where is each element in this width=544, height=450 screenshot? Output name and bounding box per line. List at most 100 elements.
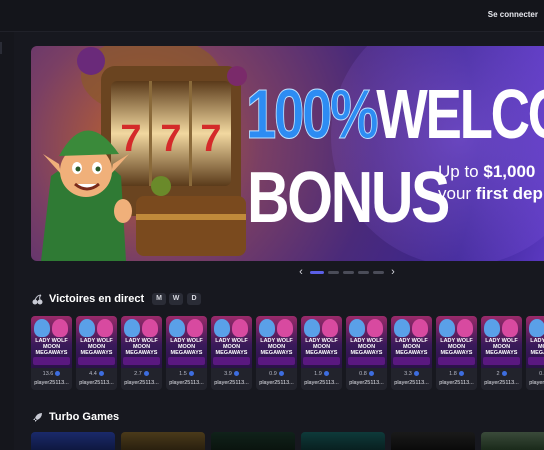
wolf-art: [259, 319, 275, 337]
thumbnail-band: [393, 357, 430, 365]
subline-amount: $1,000: [483, 162, 536, 181]
thumbnail-band: [123, 357, 160, 365]
turbo-games-title: Turbo Games: [49, 411, 120, 423]
live-wins-list: LADY WOLF MOON MEGAWAYS 13.6 player25113... L…: [31, 316, 544, 390]
live-win-card[interactable]: LADY WOLF MOON MEGAWAYS 1.8 player25113...: [436, 316, 477, 390]
filter-week-button[interactable]: W: [169, 293, 183, 305]
game-title: LADY WOLFMOONMEGAWAYS: [80, 338, 113, 356]
wolf-art: [34, 319, 50, 337]
wolf-art: [367, 319, 383, 337]
live-win-card[interactable]: LADY WOLF MOON MEGAWAYS 3.3 player25113...: [391, 316, 432, 390]
wolf-art: [304, 319, 320, 337]
subline-prefix: Up to: [438, 162, 484, 181]
game-thumbnail: LADY WOLFMOONMEGAWAYS: [166, 316, 207, 368]
win-amount: 3.3: [391, 371, 432, 377]
game-thumbnail: LADY WOLFMOONMEGAWAYS: [211, 316, 252, 368]
headline-bonus: BONUS: [247, 158, 450, 238]
carousel-dot[interactable]: [358, 270, 369, 274]
wolf-art: [394, 319, 410, 337]
game-tile[interactable]: [481, 432, 544, 450]
svg-text:7: 7: [200, 118, 221, 160]
coin-icon: [501, 371, 507, 377]
coin-icon: [143, 371, 149, 377]
game-tile[interactable]: [31, 432, 115, 450]
live-win-card[interactable]: LADY WOLF MOON MEGAWAYS 1.5 player25113...: [166, 316, 207, 390]
game-thumbnail: LADY WOLFMOONMEGAWAYS: [256, 316, 297, 368]
svg-text:7: 7: [120, 118, 141, 160]
game-title: LADY WOLFMOONMEGAWAYS: [305, 338, 338, 356]
player-name: player25113...: [259, 380, 294, 386]
game-title: LADY WOLFMOONMEGAWAYS: [125, 338, 158, 356]
game-thumbnail: LADY WOLFMOONMEGAWAYS: [346, 316, 387, 368]
live-win-card[interactable]: LADY WOLF MOON MEGAWAYS 4.4 player25113...: [76, 316, 117, 390]
wolf-art: [214, 319, 230, 337]
win-amount: 2: [481, 371, 522, 377]
wolf-art: [142, 319, 158, 337]
carousel-dot[interactable]: [328, 270, 339, 274]
game-thumbnail: LADY WOLFMOONMEGAWAYS: [436, 316, 477, 368]
rocket-icon: [33, 412, 42, 422]
thumbnail-band: [483, 357, 520, 365]
win-amount: 3.9: [211, 371, 252, 377]
live-win-card[interactable]: LADY WOLFMOONMEGAWAYS 0.9 player25113...: [526, 316, 544, 390]
game-tile[interactable]: [121, 432, 205, 450]
game-title: LADY WOLFMOONMEGAWAYS: [170, 338, 203, 356]
wolf-art: [412, 319, 428, 337]
wolf-art: [529, 319, 544, 337]
game-title: LADY WOLFMOONMEGAWAYS: [440, 338, 473, 356]
cherries-icon: [32, 294, 43, 304]
game-tile[interactable]: [301, 432, 385, 450]
live-wins-title: Victoires en direct: [49, 293, 145, 305]
player-name: player25113...: [79, 380, 114, 386]
thumbnail-band: [78, 357, 115, 365]
chevron-left-icon[interactable]: ‹: [296, 267, 306, 278]
coin-icon: [55, 371, 61, 377]
coin-icon: [413, 371, 419, 377]
welcome-bonus-banner[interactable]: 7 7 7 100%WELCO BONUS Up to $1,000 your …: [31, 46, 544, 261]
carousel-dot[interactable]: [343, 270, 354, 274]
live-win-card[interactable]: LADY WOLF MOON MEGAWAYS 2 player25113...: [481, 316, 522, 390]
live-win-card[interactable]: LADY WOLF MOON MEGAWAYS 1.9 player25113...: [301, 316, 342, 390]
game-title: LADY WOLFMOONMEGAWAYS: [35, 338, 68, 356]
game-thumbnail: LADY WOLFMOONMEGAWAYS: [121, 316, 162, 368]
game-title: LADY WOLFMOONMEGAWAYS: [215, 338, 248, 356]
wolf-art: [322, 319, 338, 337]
thumbnail-band: [213, 357, 250, 365]
game-title: LADY WOLFMOONMEGAWAYS: [260, 338, 293, 356]
live-win-card[interactable]: LADY WOLF MOON MEGAWAYS 13.6 player25113...: [31, 316, 72, 390]
subline2-bold: first dep: [475, 184, 543, 203]
carousel-dot[interactable]: [310, 270, 324, 274]
filter-month-button[interactable]: M: [152, 293, 166, 305]
wolf-art: [124, 319, 140, 337]
live-win-card[interactable]: LADY WOLF MOON MEGAWAYS 0.8 player25113...: [346, 316, 387, 390]
subline2-prefix: your: [438, 184, 476, 203]
headline-welcome: WELCO: [376, 75, 544, 153]
coin-icon: [368, 371, 374, 377]
win-amount: 1.5: [166, 371, 207, 377]
game-tile[interactable]: [391, 432, 475, 450]
player-name: player25113...: [124, 380, 159, 386]
wolf-art: [277, 319, 293, 337]
win-amount: 1.9: [301, 371, 342, 377]
win-amount: 0.8: [346, 371, 387, 377]
win-amount: 4.4: [76, 371, 117, 377]
live-win-card[interactable]: LADY WOLF MOON MEGAWAYS 2.7 player25113...: [121, 316, 162, 390]
thumbnail-band: [438, 357, 475, 365]
game-thumbnail: LADY WOLFMOONMEGAWAYS: [76, 316, 117, 368]
carousel-dot[interactable]: [373, 270, 384, 274]
game-tile[interactable]: [211, 432, 295, 450]
thumbnail-band: [348, 357, 385, 365]
wolf-art: [484, 319, 500, 337]
live-win-card[interactable]: LADY WOLF MOON MEGAWAYS 3.9 player25113...: [211, 316, 252, 390]
banner-subline: Up to $1,000 your first dep: [438, 161, 543, 205]
thumbnail-band: [528, 357, 544, 365]
filter-day-button[interactable]: D: [187, 293, 201, 305]
banner-carousel-controls: ‹ ›: [296, 266, 398, 278]
thumbnail-band: [168, 357, 205, 365]
coin-icon: [188, 371, 194, 377]
slot-elf-illustration: 7 7 7: [41, 46, 247, 261]
coin-icon: [278, 371, 284, 377]
live-win-card[interactable]: LADY WOLFMOONMEGAWAYS 0.9 player25113...: [256, 316, 297, 390]
login-button[interactable]: Se connecter: [488, 10, 538, 19]
chevron-right-icon[interactable]: ›: [388, 267, 398, 278]
